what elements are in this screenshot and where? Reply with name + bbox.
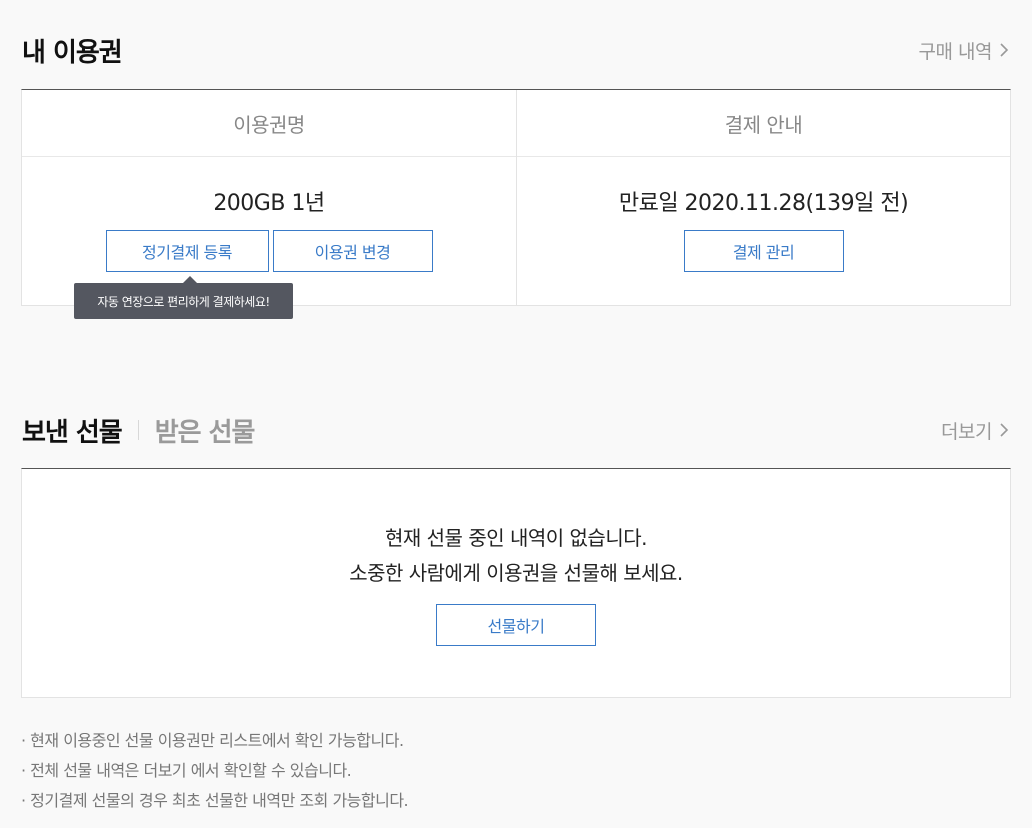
empty-gift-message: 현재 선물 중인 내역이 없습니다. 소중한 사람에게 이용권을 선물해 보세요… xyxy=(22,521,1010,591)
tab-divider xyxy=(137,420,139,440)
tab-sent-gifts[interactable]: 보낸 선물 xyxy=(22,412,123,449)
send-gift-button[interactable]: 선물하기 xyxy=(436,604,596,646)
purchase-history-link[interactable]: 구매 내역 xyxy=(919,37,1012,64)
empty-message-line2: 소중한 사람에게 이용권을 선물해 보세요. xyxy=(349,561,683,585)
gift-button-wrap: 선물하기 xyxy=(22,604,1010,646)
payment-info-header: 결제 안내 xyxy=(517,90,1010,157)
expiry-date-value: 만료일 2020.11.28(139일 전) xyxy=(618,191,909,216)
ticket-name-column: 이용권명 200GB 1년 정기결제 등록 이용권 변경 xyxy=(22,90,517,305)
payment-info-column: 결제 안내 만료일 2020.11.28(139일 전) 결제 관리 xyxy=(517,90,1010,305)
note-item: · 현재 이용중인 선물 이용권만 리스트에서 확인 가능합니다. xyxy=(21,731,404,750)
my-tickets-header: 내 이용권 구매 내역 xyxy=(22,28,1012,72)
note-item: · 정기결제 선물의 경우 최초 선물한 내역만 조회 가능합니다. xyxy=(21,791,409,810)
tab-received-gifts[interactable]: 받은 선물 xyxy=(155,412,256,449)
my-tickets-title: 내 이용권 xyxy=(22,37,123,68)
recurring-tooltip: 자동 연장으로 편리하게 결제하세요! xyxy=(74,276,293,319)
chevron-right-icon xyxy=(1000,423,1009,437)
ticket-name-header: 이용권명 xyxy=(22,90,516,157)
note-item: · 전체 선물 내역은 더보기 에서 확인할 수 있습니다. xyxy=(21,761,352,780)
gifts-more-link[interactable]: 더보기 xyxy=(941,417,1012,444)
notes-list: · 현재 이용중인 선물 이용권만 리스트에서 확인 가능합니다. · 전체 선… xyxy=(21,726,409,816)
ticket-name-value: 200GB 1년 xyxy=(213,191,325,216)
purchase-history-label: 구매 내역 xyxy=(918,40,993,63)
manage-payment-button[interactable]: 결제 관리 xyxy=(683,230,844,272)
ticket-actions: 정기결제 등록 이용권 변경 xyxy=(22,230,516,272)
gifts-more-label: 더보기 xyxy=(941,420,992,443)
change-ticket-button[interactable]: 이용권 변경 xyxy=(272,230,433,272)
chevron-right-icon xyxy=(1000,43,1009,57)
ticket-table: 이용권명 200GB 1년 정기결제 등록 이용권 변경 결제 안내 만료일 2… xyxy=(21,89,1011,306)
gift-tabs: 보낸 선물 받은 선물 xyxy=(22,412,256,449)
payment-actions: 결제 관리 xyxy=(517,230,1010,272)
gifts-header: 보낸 선물 받은 선물 더보기 xyxy=(22,408,1012,452)
gift-list-box: 현재 선물 중인 내역이 없습니다. 소중한 사람에게 이용권을 선물해 보세요… xyxy=(21,468,1011,698)
empty-message-line1: 현재 선물 중인 내역이 없습니다. xyxy=(385,526,648,550)
register-recurring-button[interactable]: 정기결제 등록 xyxy=(105,230,269,272)
